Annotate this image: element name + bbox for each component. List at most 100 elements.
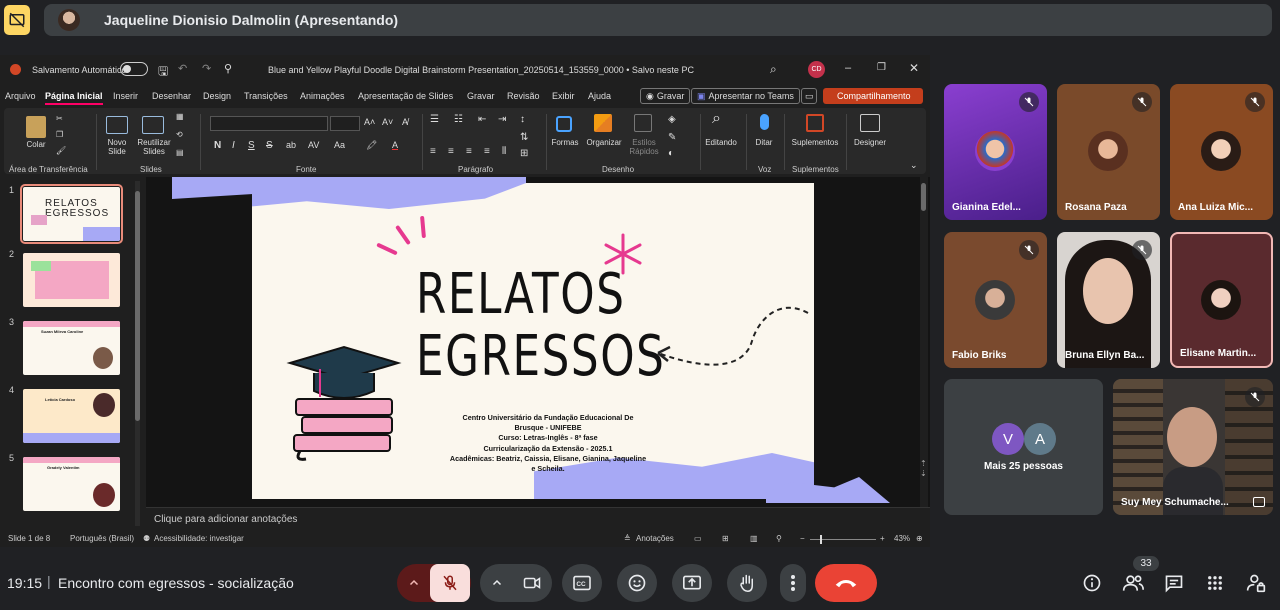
arrange-label[interactable]: Organizar [584,138,624,147]
slide-scrollbar[interactable]: ⇡ ⇣ [920,177,928,507]
indent-icon[interactable]: ⇤ [478,114,486,125]
present-from-start-icon[interactable]: ⚲ [224,62,232,75]
tab-revisao[interactable]: Revisão [507,91,540,101]
presenting-icon[interactable] [4,5,30,35]
cut-icon[interactable]: ✂ [56,114,63,123]
redo-icon[interactable]: ↷ [202,62,211,75]
present-screen-button[interactable] [672,564,712,602]
addins-label[interactable]: Suplementos [788,138,842,147]
bold-icon[interactable]: N [214,140,221,151]
tab-inserir[interactable]: Inserir [113,91,138,101]
comments-button[interactable]: ▭ [801,88,817,104]
activities-button[interactable] [1204,572,1226,594]
captions-button[interactable]: CC [562,564,602,602]
quick-styles-icon[interactable] [634,114,652,132]
spacing-icon[interactable]: AV [308,140,319,150]
designer-label[interactable]: Designer [850,138,890,147]
share-button[interactable]: Compartilhamento [823,88,923,104]
bullets-icon[interactable]: ☰ [430,114,439,125]
zoom-out-icon[interactable]: − [800,534,805,543]
reset-icon[interactable]: ⟲ [176,130,183,139]
copy-icon[interactable]: ❐ [56,130,63,139]
layout-icon[interactable]: ▦ [176,112,184,121]
collapse-ribbon-icon[interactable]: ⌄ [910,160,918,171]
notes-toggle-icon[interactable]: ≜ [624,534,631,543]
mic-toggle-button[interactable] [430,564,470,602]
italic-icon[interactable]: I [232,140,235,151]
fit-slide-icon[interactable]: ⊕ [916,534,923,543]
fill-icon[interactable]: ◈ [668,114,676,125]
justify-icon[interactable]: ≡ [484,146,490,157]
present-in-teams-button[interactable]: ▣ Apresentar no Teams [691,88,800,104]
undo-icon[interactable]: ↶ [178,62,187,75]
minimize-icon[interactable]: – [845,62,851,74]
align-center-icon[interactable]: ≡ [448,146,454,157]
save-icon[interactable]: 🖫 [158,62,168,83]
camera-toggle-button[interactable] [512,564,552,602]
reactions-button[interactable] [617,564,657,602]
participant-video-tile[interactable]: Suy Mey Schumache... [1113,379,1273,515]
participant-tile-active[interactable]: Elisane Martin... [1170,232,1273,368]
shapes-label[interactable]: Formas [550,138,580,147]
zoom-slider[interactable] [810,535,876,544]
font-color-icon[interactable]: A [392,140,398,150]
language-indicator[interactable]: Português (Brasil) [70,534,134,543]
tab-pagina-inicial[interactable]: Página Inicial [45,91,103,105]
leave-call-button[interactable] [815,564,877,602]
tab-exibir[interactable]: Exibir [552,91,575,101]
smartart-icon[interactable]: ⊞ [520,148,528,159]
participant-tile[interactable]: Rosana Paza [1057,84,1160,220]
addins-icon[interactable] [806,114,824,132]
decrease-font-icon[interactable]: A˅ [382,117,393,127]
case-icon[interactable]: Aa [334,140,345,150]
slide-sorter-icon[interactable]: ⊞ [722,534,729,543]
zoom-level[interactable]: 43% [894,534,910,543]
zoom-in-icon[interactable]: + [880,534,885,543]
clear-format-icon[interactable]: A̸ [402,117,408,127]
tab-desenhar[interactable]: Desenhar [152,91,191,101]
tab-animacoes[interactable]: Animações [300,91,345,101]
normal-view-icon[interactable]: ▭ [694,534,702,543]
record-button[interactable]: ◉ Gravar [640,88,691,104]
participant-video-tile[interactable]: Bruna Ellyn Ba... [1057,232,1160,368]
font-family-select[interactable] [210,116,328,131]
participant-tile[interactable]: Fabio Briks [944,232,1047,368]
maximize-icon[interactable]: ❐ [877,62,886,73]
slideshow-icon[interactable]: ⚲ [776,534,782,543]
accessibility-icon[interactable]: ⚉ [143,534,150,543]
align-left-icon[interactable]: ≡ [430,146,436,157]
increase-font-icon[interactable]: A˄ [364,117,375,127]
current-slide[interactable]: RELATOS EGRESSOS Centro Universitário da… [252,183,814,499]
reuse-slides-label[interactable]: Reutilizar Slides [134,138,174,156]
camera-options-button[interactable] [480,564,514,602]
dictate-label[interactable]: Ditar [750,138,778,147]
outdent-icon[interactable]: ⇥ [498,114,506,125]
dictate-icon[interactable] [760,114,769,130]
underline-icon[interactable]: S [248,140,255,151]
strikethrough-icon[interactable]: S [266,140,273,151]
tab-apresentacao[interactable]: Apresentação de Slides [358,91,453,101]
accessibility-status[interactable]: Acessibilidade: investigar [154,534,244,543]
autosave-toggle[interactable] [120,62,148,76]
slide-thumbnail[interactable]: Suzan Mileva Caroline [23,321,120,375]
notes-area[interactable]: Clique para adicionar anotações [146,507,930,529]
editing-search-icon[interactable]: ⌕ [712,110,721,128]
notes-toggle[interactable]: Anotações [636,534,674,543]
more-participants-tile[interactable]: V A Mais 25 pessoas [944,379,1103,515]
chat-button[interactable] [1163,572,1185,594]
host-controls-button[interactable] [1245,572,1267,594]
slide-thumbnail[interactable]: Letícia Cardoso [23,389,120,443]
people-button[interactable] [1122,572,1144,594]
outline-icon[interactable]: ✎ [668,132,676,143]
columns-icon[interactable]: ⫴ [502,146,506,157]
raise-hand-button[interactable] [727,564,767,602]
mic-options-button[interactable] [397,564,431,602]
participant-tile[interactable]: Gianina Edel... [944,84,1047,220]
tab-design[interactable]: Design [203,91,231,101]
new-slide-icon[interactable] [106,116,128,134]
text-direction-icon[interactable]: ⇅ [520,132,528,143]
section-icon[interactable]: ▤ [176,148,184,157]
editing-label[interactable]: Editando [702,138,740,147]
meeting-info-button[interactable] [1081,572,1103,594]
reading-view-icon[interactable]: ▥ [750,534,758,543]
